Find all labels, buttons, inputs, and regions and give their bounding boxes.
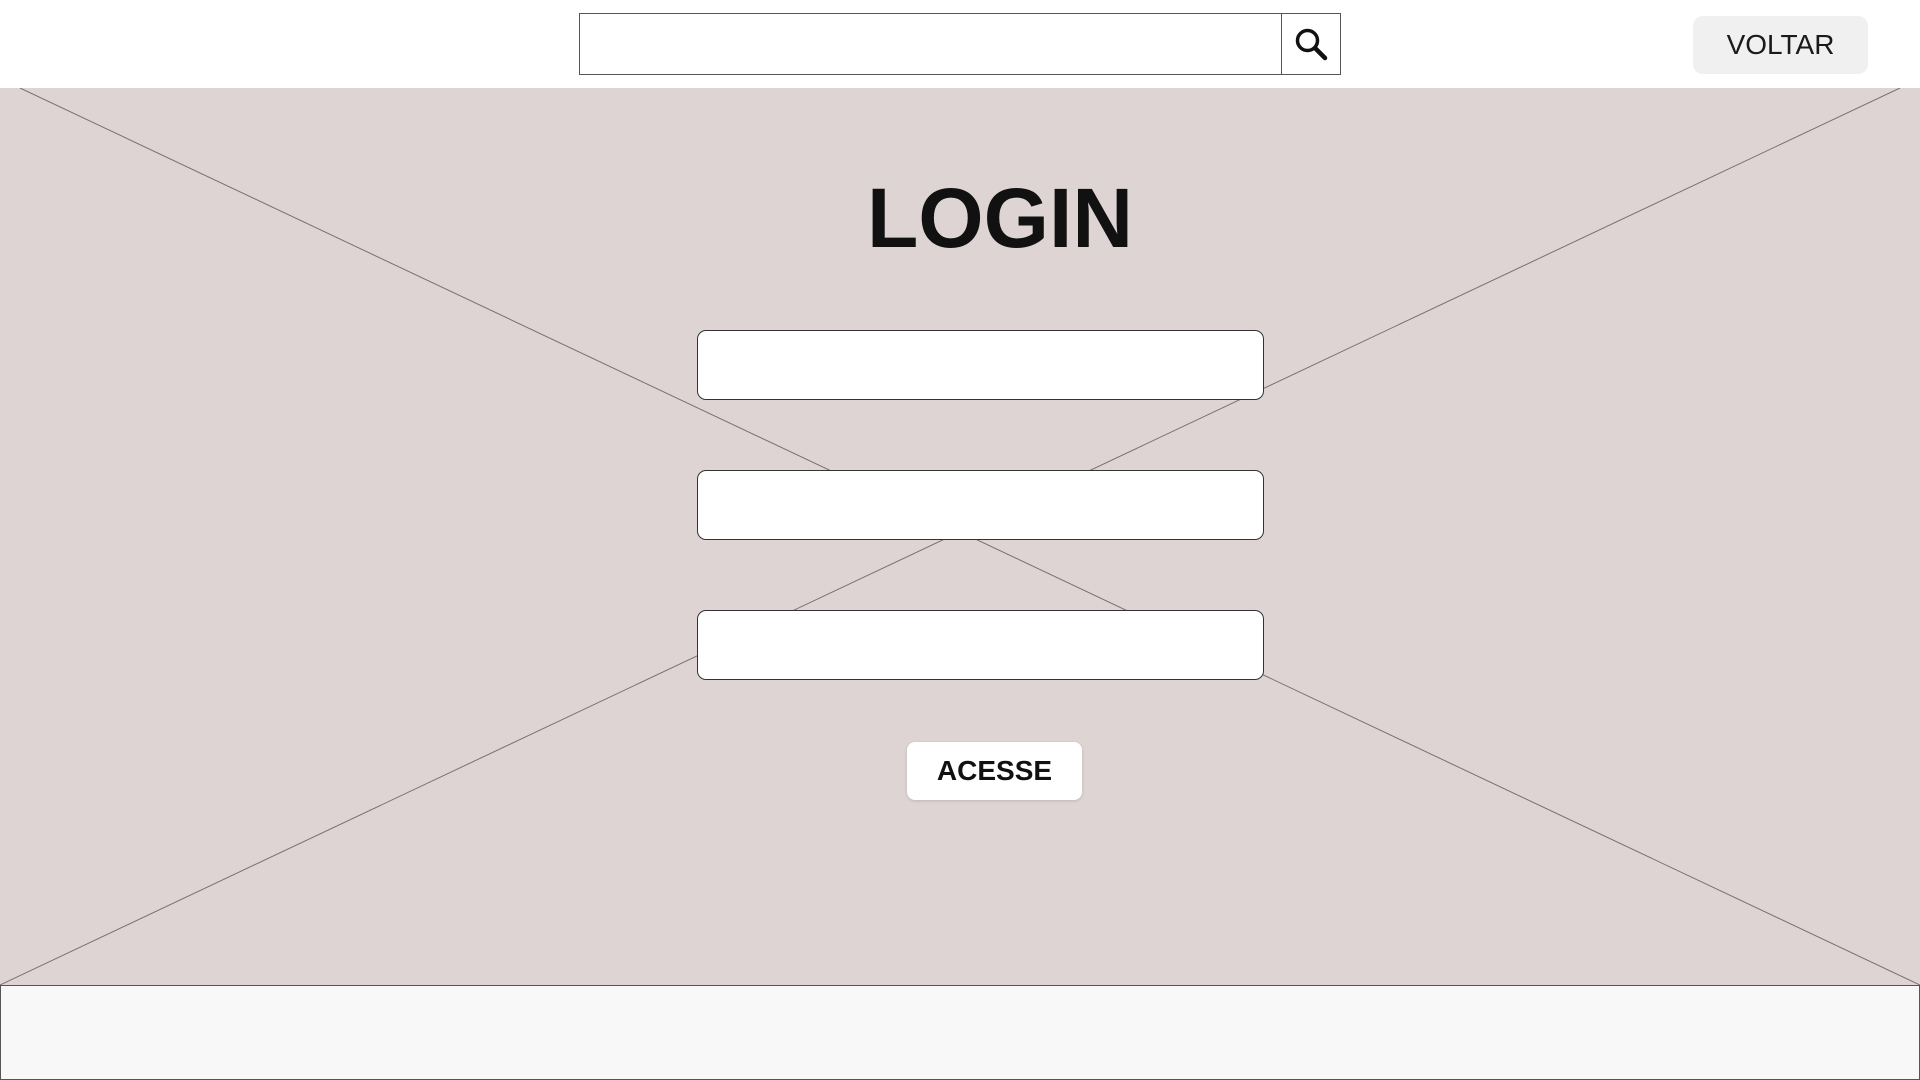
footer xyxy=(0,985,1920,1080)
submit-button[interactable]: ACESSE xyxy=(907,742,1082,800)
search-input[interactable] xyxy=(580,14,1281,74)
search-button[interactable] xyxy=(1281,14,1340,74)
login-section: LOGIN ACESSE xyxy=(0,88,1920,985)
page-title: LOGIN xyxy=(0,176,1920,260)
page: VOLTAR LOGIN ACESSE xyxy=(0,0,1920,1080)
magnifier-icon xyxy=(1295,28,1328,61)
login-field-1[interactable] xyxy=(697,330,1264,400)
login-field-3[interactable] xyxy=(697,610,1264,680)
login-field-2[interactable] xyxy=(697,470,1264,540)
back-button[interactable]: VOLTAR xyxy=(1693,16,1868,74)
page-title-text: LOGIN xyxy=(867,171,1133,265)
search-bar xyxy=(579,13,1341,75)
top-bar: VOLTAR xyxy=(0,0,1920,88)
